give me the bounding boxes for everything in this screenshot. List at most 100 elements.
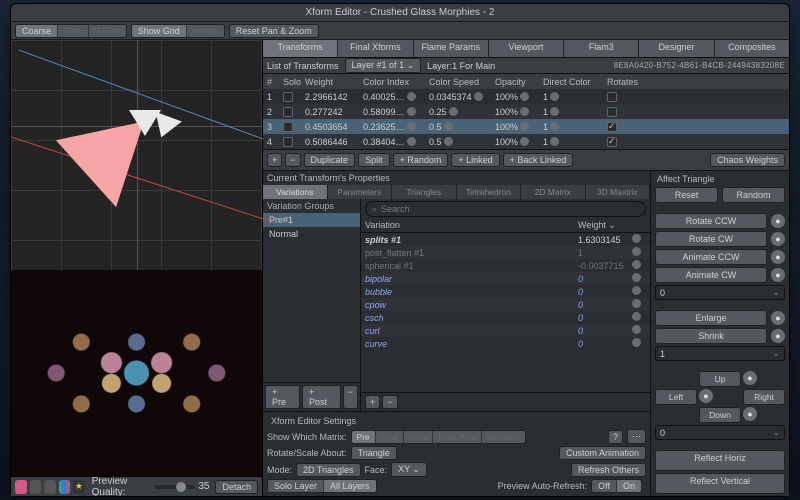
stepper-icon[interactable] [520, 107, 529, 116]
affect-random-button[interactable]: Random [722, 187, 785, 203]
rotate-ccw-button[interactable]: Rotate CCW [655, 213, 767, 229]
xform-row[interactable]: 30.45036540.23625… 0.5 100% 1 [263, 119, 789, 134]
preview-quality-slider[interactable] [154, 485, 195, 489]
stepper-icon[interactable] [444, 122, 453, 131]
stepper-icon[interactable] [632, 312, 641, 321]
vg-item-normal[interactable]: Normal [263, 227, 360, 241]
stepper-icon[interactable] [550, 92, 559, 101]
rotates-checkbox[interactable] [607, 122, 617, 132]
stepper-icon[interactable]: ● [771, 250, 785, 264]
stepper-icon[interactable] [632, 299, 641, 308]
move-right-button[interactable]: Right [743, 389, 785, 405]
stepper-icon[interactable]: ● [771, 214, 785, 228]
stepper-icon[interactable] [632, 338, 641, 347]
palette-icon[interactable] [59, 480, 71, 494]
tab-designer[interactable]: Designer [639, 40, 714, 57]
xform-row[interactable]: 20.2772420.58099… 0.25 100% 1 [263, 104, 789, 119]
rotate-cw-button[interactable]: Rotate CW [655, 231, 767, 247]
all-layers-button[interactable]: All Layers [324, 480, 376, 492]
variation-add-button[interactable]: + [365, 395, 380, 409]
rotates-checkbox[interactable] [607, 107, 617, 117]
stepper-icon[interactable] [474, 92, 483, 101]
xform-row[interactable]: 12.29661420.40025… 0.0345374 100% 1 [263, 89, 789, 104]
animate-cw-button[interactable]: Animate CW [655, 267, 767, 283]
subtab-parameters[interactable]: Parameters [328, 185, 393, 199]
refresh-others-button[interactable]: Refresh Others [571, 463, 646, 477]
reflect-horiz-button[interactable]: Reflect Horiz [655, 450, 785, 471]
stepper-icon[interactable] [550, 122, 559, 131]
triangle-2[interactable] [148, 112, 182, 142]
shrink-button[interactable]: Shrink [655, 328, 767, 344]
grain-segment[interactable]: Coarse Fine V.Fine [15, 24, 127, 38]
variation-row[interactable]: splits #11.6303145 [361, 233, 650, 246]
xform-canvas[interactable] [11, 40, 262, 270]
subtab-triangles[interactable]: Triangles [392, 185, 457, 199]
icon-b[interactable] [44, 480, 56, 494]
home-icon[interactable] [15, 480, 27, 494]
mode-select[interactable]: 2D Triangles [296, 463, 361, 477]
rotate-amount-input[interactable]: 0 [655, 285, 785, 300]
auto-refresh-off[interactable]: Off [592, 480, 617, 492]
matrix-variation[interactable]: Variation [482, 431, 525, 443]
tab-composites[interactable]: Composites [715, 40, 789, 57]
solo-checkbox[interactable] [283, 92, 293, 102]
variation-row[interactable]: spherical #1-0.0037715 [361, 259, 650, 272]
matrix-post[interactable]: Post [376, 431, 404, 443]
reflect-vert-button[interactable]: Reflect Vertical [655, 473, 785, 494]
tab-flame-params[interactable]: Flame Params [414, 40, 489, 57]
grain-vfine[interactable]: V.Fine [89, 25, 126, 37]
vg-item-pre1[interactable]: Pre#1 [263, 213, 360, 227]
icon-a[interactable] [30, 480, 42, 494]
stepper-icon[interactable] [550, 137, 559, 146]
matrix-final[interactable]: Final [404, 431, 433, 443]
tab-flam3[interactable]: Flam3 [564, 40, 639, 57]
face-select[interactable]: XY ⌄ [391, 462, 427, 477]
stepper-icon[interactable] [632, 247, 641, 256]
stepper-icon[interactable] [632, 286, 641, 295]
xform-row[interactable]: 40.50864460.38404… 0.5 100% 1 [263, 134, 789, 149]
duplicate-button[interactable]: Duplicate [304, 153, 356, 167]
scale-amount-input[interactable]: 1 [655, 346, 785, 361]
vg-add-post-button[interactable]: + Post [302, 385, 341, 409]
remove-xform-button[interactable]: − [285, 153, 300, 167]
stepper-icon[interactable] [520, 137, 529, 146]
split-button[interactable]: Split [358, 153, 390, 167]
stepper-icon[interactable] [407, 122, 416, 131]
move-down-button[interactable]: Down [699, 407, 741, 423]
stepper-icon[interactable] [550, 107, 559, 116]
stepper-icon[interactable]: ● [743, 407, 757, 421]
variation-search-input[interactable]: ⌕ Search [365, 201, 646, 217]
solo-layer-button[interactable]: Solo Layer [268, 480, 324, 492]
enlarge-button[interactable]: Enlarge [655, 310, 767, 326]
add-back-linked-button[interactable]: + Back Linked [503, 153, 574, 167]
chaos-weights-button[interactable]: Chaos Weights [710, 153, 785, 167]
variation-row[interactable]: csch0 [361, 311, 650, 324]
grain-coarse[interactable]: Coarse [16, 25, 58, 37]
subtab-2d-matrix[interactable]: 2D Matrix [521, 185, 586, 199]
matrix-final-post[interactable]: Final Post [433, 431, 482, 443]
variation-row[interactable]: post_flatten #11 [361, 246, 650, 259]
tab-transforms[interactable]: Transforms [263, 40, 338, 57]
info-icon[interactable]: ⋯ [627, 429, 646, 444]
help-icon[interactable]: ? [608, 430, 623, 444]
reset-pan-zoom-button[interactable]: Reset Pan & Zoom [229, 24, 319, 38]
solo-checkbox[interactable] [283, 137, 293, 147]
stepper-icon[interactable] [632, 260, 641, 269]
stepper-icon[interactable]: ● [771, 311, 785, 325]
stepper-icon[interactable] [520, 92, 529, 101]
vg-add-pre-button[interactable]: + Pre [265, 385, 300, 409]
rotates-checkbox[interactable] [607, 137, 617, 147]
subtab-variations[interactable]: Variations [263, 185, 328, 199]
matrix-pre[interactable]: Pre [352, 431, 376, 443]
stepper-icon[interactable] [632, 234, 641, 243]
variation-row[interactable]: cpow0 [361, 298, 650, 311]
detach-button[interactable]: Detach [215, 480, 258, 494]
move-amount-input[interactable]: 0 [655, 425, 785, 440]
stepper-icon[interactable] [407, 137, 416, 146]
grain-fine[interactable]: Fine [58, 25, 89, 37]
move-up-button[interactable]: Up [699, 371, 741, 387]
add-random-button[interactable]: + Random [393, 153, 449, 167]
variation-row[interactable]: bipolar0 [361, 272, 650, 285]
stepper-icon[interactable]: ● [743, 371, 757, 385]
subtab-3d-matrix[interactable]: 3D Maxtrix [586, 185, 651, 199]
